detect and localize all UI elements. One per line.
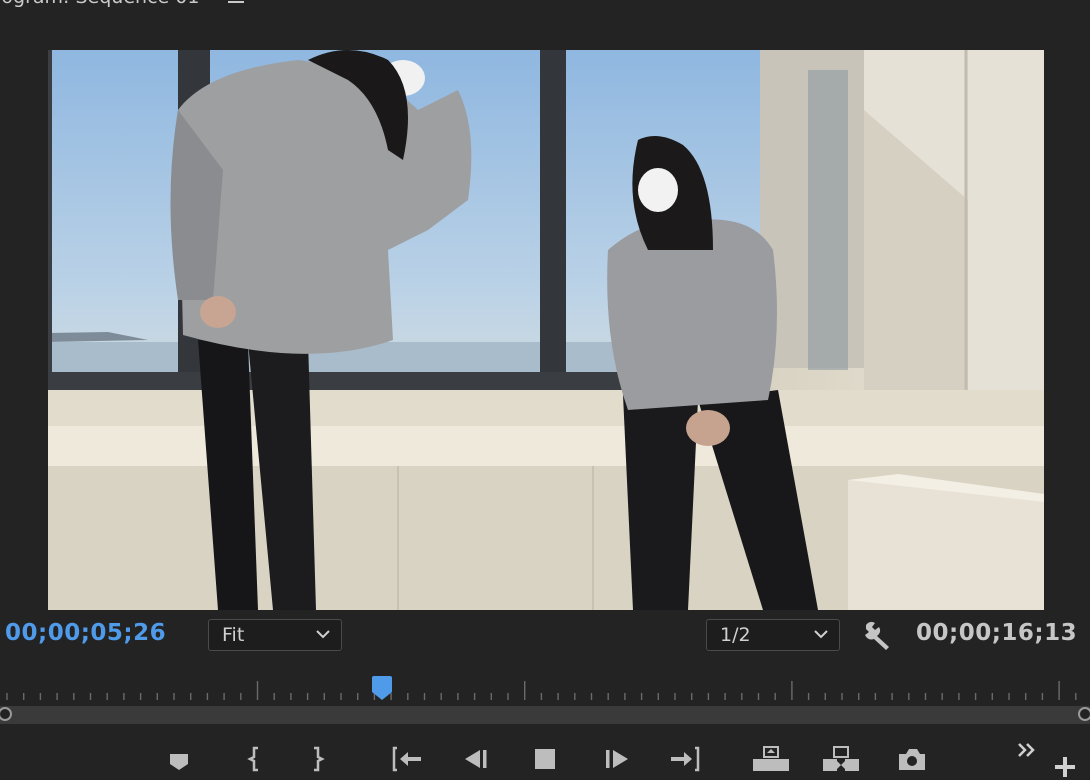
step-back-button[interactable] <box>462 744 490 774</box>
mark-in-button[interactable] <box>244 744 264 774</box>
stop-button[interactable] <box>532 744 558 774</box>
more-controls-icon <box>1018 743 1035 757</box>
time-ruler[interactable] <box>0 676 1090 706</box>
scroll-bar-right-handle[interactable] <box>1078 707 1090 721</box>
extract-button[interactable] <box>820 744 862 774</box>
current-timecode[interactable]: 00;00;05;26 <box>5 620 166 646</box>
go-to-out-button[interactable] <box>668 744 702 774</box>
step-forward-button[interactable] <box>602 744 632 774</box>
chevron-down-icon <box>316 630 330 639</box>
go-to-in-button[interactable] <box>390 744 424 774</box>
program-monitor-viewer[interactable] <box>48 50 1044 610</box>
zoom-level-value: Fit <box>222 624 245 646</box>
export-frame-icon <box>899 749 925 770</box>
hamburger-menu-icon[interactable] <box>228 0 244 6</box>
mark-out-icon <box>314 746 325 772</box>
go-to-out-icon <box>671 746 700 772</box>
mark-out-button[interactable] <box>308 744 328 774</box>
playback-resolution-select[interactable]: 1/2 <box>706 619 840 651</box>
add-marker-icon <box>170 754 188 770</box>
chevron-down-icon <box>814 630 828 639</box>
zoom-scroll-bar[interactable] <box>0 706 1090 724</box>
playback-resolution-value: 1/2 <box>720 624 751 646</box>
video-frame <box>48 50 1044 610</box>
wrench-settings-icon[interactable] <box>862 620 894 650</box>
step-forward-icon <box>606 750 628 768</box>
extract-icon <box>823 746 859 771</box>
go-to-in-icon <box>392 746 421 772</box>
lift-icon <box>753 746 789 771</box>
panel-title[interactable]: rogram: Sequence 01 <box>0 0 199 8</box>
zoom-level-select[interactable]: Fit <box>208 619 342 651</box>
playhead-marker[interactable] <box>371 676 393 702</box>
step-back-icon <box>465 750 487 768</box>
duration-timecode: 00;00;16;13 <box>916 620 1078 646</box>
mark-in-icon <box>247 746 258 772</box>
add-marker-button[interactable] <box>168 744 190 774</box>
more-controls-button[interactable] <box>1014 740 1040 760</box>
transport-controls <box>0 743 1090 777</box>
stop-icon <box>535 749 555 769</box>
lift-button[interactable] <box>750 744 792 774</box>
export-frame-button[interactable] <box>896 744 928 774</box>
button-editor-button[interactable] <box>1052 754 1078 780</box>
button-editor-icon <box>1055 757 1075 777</box>
